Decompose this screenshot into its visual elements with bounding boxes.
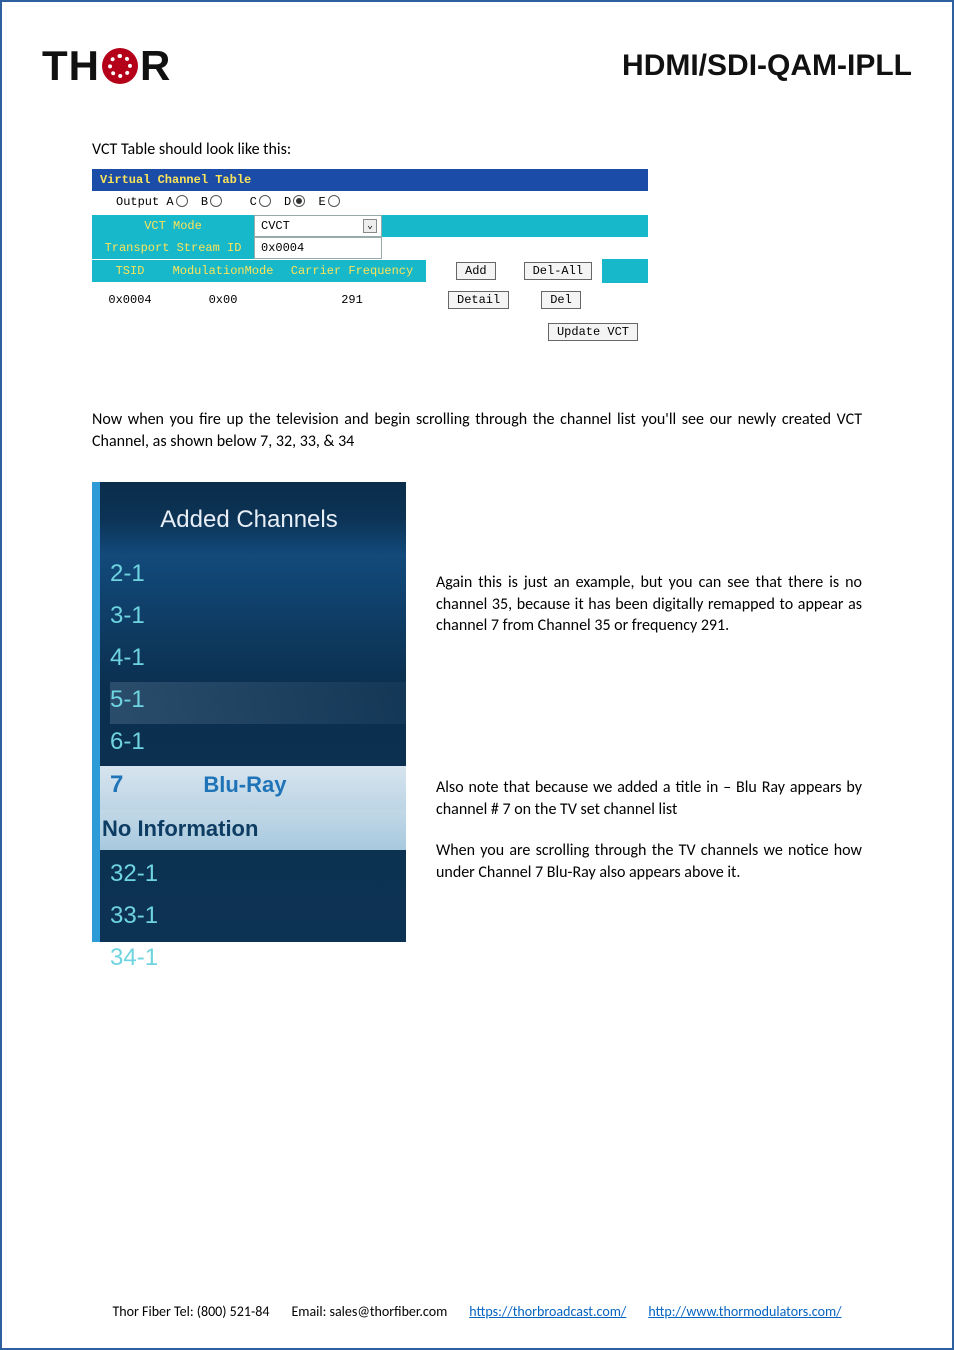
del-button[interactable]: Del	[541, 291, 581, 309]
tv-title: Added Channels	[92, 482, 406, 556]
update-vct-button[interactable]: Update VCT	[548, 323, 638, 341]
vct-panel-title: Virtual Channel Table	[92, 169, 648, 191]
footer-email: Email: sales@thorfiber.com	[291, 1303, 447, 1320]
brand-logo-text: TH R	[42, 42, 171, 90]
vct-output-e-label: E	[318, 195, 325, 209]
add-button[interactable]: Add	[456, 262, 496, 280]
vct-mode-select[interactable]: CVCT ⌄	[254, 215, 382, 237]
vct-output-c-label: C	[250, 195, 257, 209]
selected-channel-label: Blu-Ray	[203, 772, 286, 798]
brand-logo: TH R	[42, 42, 171, 90]
selected-channel-number: 7	[110, 771, 123, 799]
vct-tsid-label: Transport Stream ID	[92, 237, 254, 259]
tv-screenshot: Added Channels 2-1 3-1 4-1 5-1 6-1 7 Blu…	[92, 482, 406, 942]
footer-link-2[interactable]: http://www.thormodulators.com/	[648, 1303, 841, 1320]
list-item: 5-1	[110, 682, 406, 724]
table-row: 0x0004 0x00 291 Detail Del	[92, 283, 648, 323]
list-item: 3-1	[110, 598, 406, 640]
gear-globe-icon	[102, 48, 138, 84]
list-item: 34-1	[110, 940, 406, 982]
page-footer: Thor Fiber Tel: (800) 521-84 Email: sale…	[2, 1303, 952, 1320]
detail-button[interactable]: Detail	[448, 291, 509, 309]
page-header: TH R HDMI/SDI-QAM-IPLL	[42, 42, 912, 90]
list-item: 4-1	[110, 640, 406, 682]
list-item: 2-1	[110, 556, 406, 598]
vct-output-label: Output	[116, 195, 159, 209]
intro-text: VCT Table should look like this:	[92, 140, 862, 159]
vct-output-row: Output A B C D E	[92, 191, 648, 215]
vct-output-d-label: D	[284, 195, 291, 209]
radio-output-a[interactable]	[176, 195, 188, 207]
vct-output-b-label: B	[201, 195, 208, 209]
radio-output-b[interactable]	[210, 195, 222, 207]
paragraph-1: Now when you fire up the television and …	[92, 409, 862, 452]
del-all-button[interactable]: Del-All	[524, 262, 592, 280]
vct-output-a-label: A	[166, 195, 173, 209]
footer-phone: Thor Fiber Tel: (800) 521-84	[112, 1303, 269, 1320]
paragraph-4: When you are scrolling through the TV ch…	[436, 840, 862, 883]
list-item: 6-1	[110, 724, 406, 766]
chevron-down-icon: ⌄	[363, 219, 377, 233]
cell-carrier-freq: 291	[278, 293, 426, 307]
vct-panel: Virtual Channel Table Output A B C D E V…	[92, 169, 648, 349]
cell-tsid: 0x0004	[92, 293, 168, 307]
paragraph-3: Also note that because we added a title …	[436, 777, 862, 820]
paragraph-2: Again this is just an example, but you c…	[436, 572, 862, 637]
col-carrierfreq: Carrier Frequency	[278, 260, 426, 282]
col-tsid: TSID	[92, 260, 168, 282]
list-item: 33-1	[110, 898, 406, 940]
list-item: 32-1	[110, 856, 406, 898]
radio-output-c[interactable]	[259, 195, 271, 207]
list-item-selected: 7 Blu-Ray	[92, 766, 406, 810]
page-title: HDMI/SDI-QAM-IPLL	[622, 49, 912, 83]
no-information-banner: No Information	[92, 810, 406, 850]
vct-tsid-input[interactable]: 0x0004	[254, 237, 382, 259]
radio-output-e[interactable]	[328, 195, 340, 207]
col-modulationmode: ModulationMode	[168, 260, 278, 282]
radio-output-d[interactable]	[293, 195, 305, 207]
vct-mode-label: VCT Mode	[92, 215, 254, 237]
footer-link-1[interactable]: https://thorbroadcast.com/	[469, 1303, 626, 1320]
cell-modulation: 0x00	[168, 293, 278, 307]
